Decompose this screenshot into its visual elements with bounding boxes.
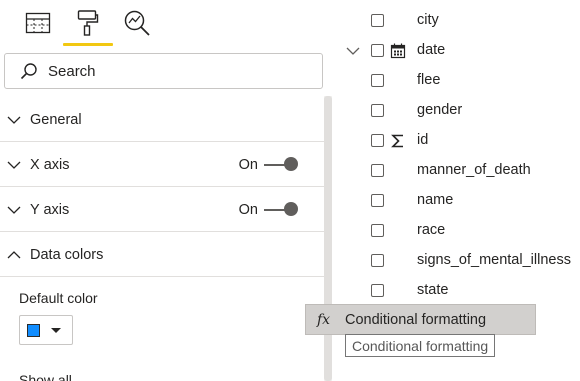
field-name: date: [417, 42, 446, 58]
default-color-picker[interactable]: [19, 315, 73, 345]
section-data-colors[interactable]: Data colors: [0, 233, 324, 277]
toggle-knob: [284, 202, 298, 216]
toggle-track: [264, 202, 298, 216]
field-checkbox[interactable]: [371, 134, 384, 147]
field-row-signs-of-mental-illness[interactable]: signs_of_mental_illness: [332, 247, 580, 277]
paint-roller-icon: [77, 9, 99, 40]
analytics-tab[interactable]: [119, 6, 155, 42]
menu-item-label: Conditional formatting: [345, 311, 487, 328]
default-color-label: Default color: [19, 290, 98, 306]
active-tab-indicator: [63, 43, 113, 46]
field-name: race: [417, 222, 446, 238]
search-icon: [19, 61, 39, 81]
chevron-down-icon: [7, 113, 21, 127]
field-row-state[interactable]: state: [332, 277, 580, 307]
field-name: gender: [417, 102, 463, 118]
chevron-down-icon[interactable]: [346, 44, 360, 58]
field-name: manner_of_death: [417, 162, 531, 178]
chevron-down-icon: [7, 158, 21, 172]
context-menu-conditional-formatting[interactable]: fx Conditional formatting: [305, 304, 536, 335]
field-row-id[interactable]: id: [332, 127, 580, 157]
format-search-box[interactable]: [4, 53, 323, 89]
chevron-down-icon: [7, 203, 21, 217]
section-general[interactable]: General: [0, 98, 324, 142]
calendar-icon: [390, 43, 406, 59]
field-name: city: [417, 12, 439, 28]
section-label: Data colors: [30, 246, 104, 263]
field-checkbox[interactable]: [371, 224, 384, 237]
field-checkbox[interactable]: [371, 254, 384, 267]
field-checkbox[interactable]: [371, 164, 384, 177]
fields-tab[interactable]: [20, 6, 56, 42]
toggle-track: [264, 157, 298, 171]
field-row-gender[interactable]: gender: [332, 97, 580, 127]
field-row-name[interactable]: name: [332, 187, 580, 217]
toggle-state-label: On: [238, 202, 258, 218]
field-checkbox[interactable]: [371, 104, 384, 117]
field-checkbox[interactable]: [371, 14, 384, 27]
field-row-race[interactable]: race: [332, 217, 580, 247]
field-row-manner-of-death[interactable]: manner_of_death: [332, 157, 580, 187]
field-checkbox[interactable]: [371, 284, 384, 297]
table-fields-icon: [25, 11, 51, 38]
field-name: id: [417, 132, 429, 148]
visualization-toolbar: [0, 0, 332, 48]
field-checkbox[interactable]: [371, 194, 384, 207]
section-label: Y axis: [30, 201, 70, 218]
chevron-up-icon: [7, 248, 21, 262]
scrollbar-thumb[interactable]: [324, 96, 332, 381]
field-row-flee[interactable]: flee: [332, 67, 580, 97]
tooltip-text: Conditional formatting: [352, 337, 489, 354]
tooltip: Conditional formatting: [345, 334, 496, 357]
toggle-knob: [284, 157, 298, 171]
field-name: signs_of_mental_illness: [417, 252, 571, 268]
analytics-magnifier-icon: [123, 9, 151, 40]
field-row-city[interactable]: city: [332, 7, 580, 37]
fx-icon: fx: [317, 311, 331, 328]
y-axis-toggle[interactable]: On: [238, 188, 298, 232]
field-checkbox[interactable]: [371, 44, 384, 57]
field-name: name: [417, 192, 454, 208]
field-row-date[interactable]: date: [332, 37, 580, 67]
x-axis-toggle[interactable]: On: [238, 143, 298, 187]
section-y-axis[interactable]: Y axis On: [0, 188, 324, 232]
section-label: X axis: [30, 156, 70, 173]
field-name: flee: [417, 72, 441, 88]
show-all-label: Show all: [19, 372, 72, 381]
format-tab[interactable]: [70, 6, 106, 42]
color-swatch: [27, 323, 40, 337]
format-pane: General X axis On Y axis On Data colors …: [0, 0, 332, 381]
sigma-icon: [390, 133, 406, 149]
search-input[interactable]: [48, 62, 298, 80]
caret-down-icon: [51, 327, 61, 333]
field-name: state: [417, 282, 449, 298]
section-x-axis[interactable]: X axis On: [0, 143, 324, 187]
toggle-state-label: On: [238, 157, 258, 173]
section-label: General: [30, 111, 82, 128]
field-checkbox[interactable]: [371, 74, 384, 87]
